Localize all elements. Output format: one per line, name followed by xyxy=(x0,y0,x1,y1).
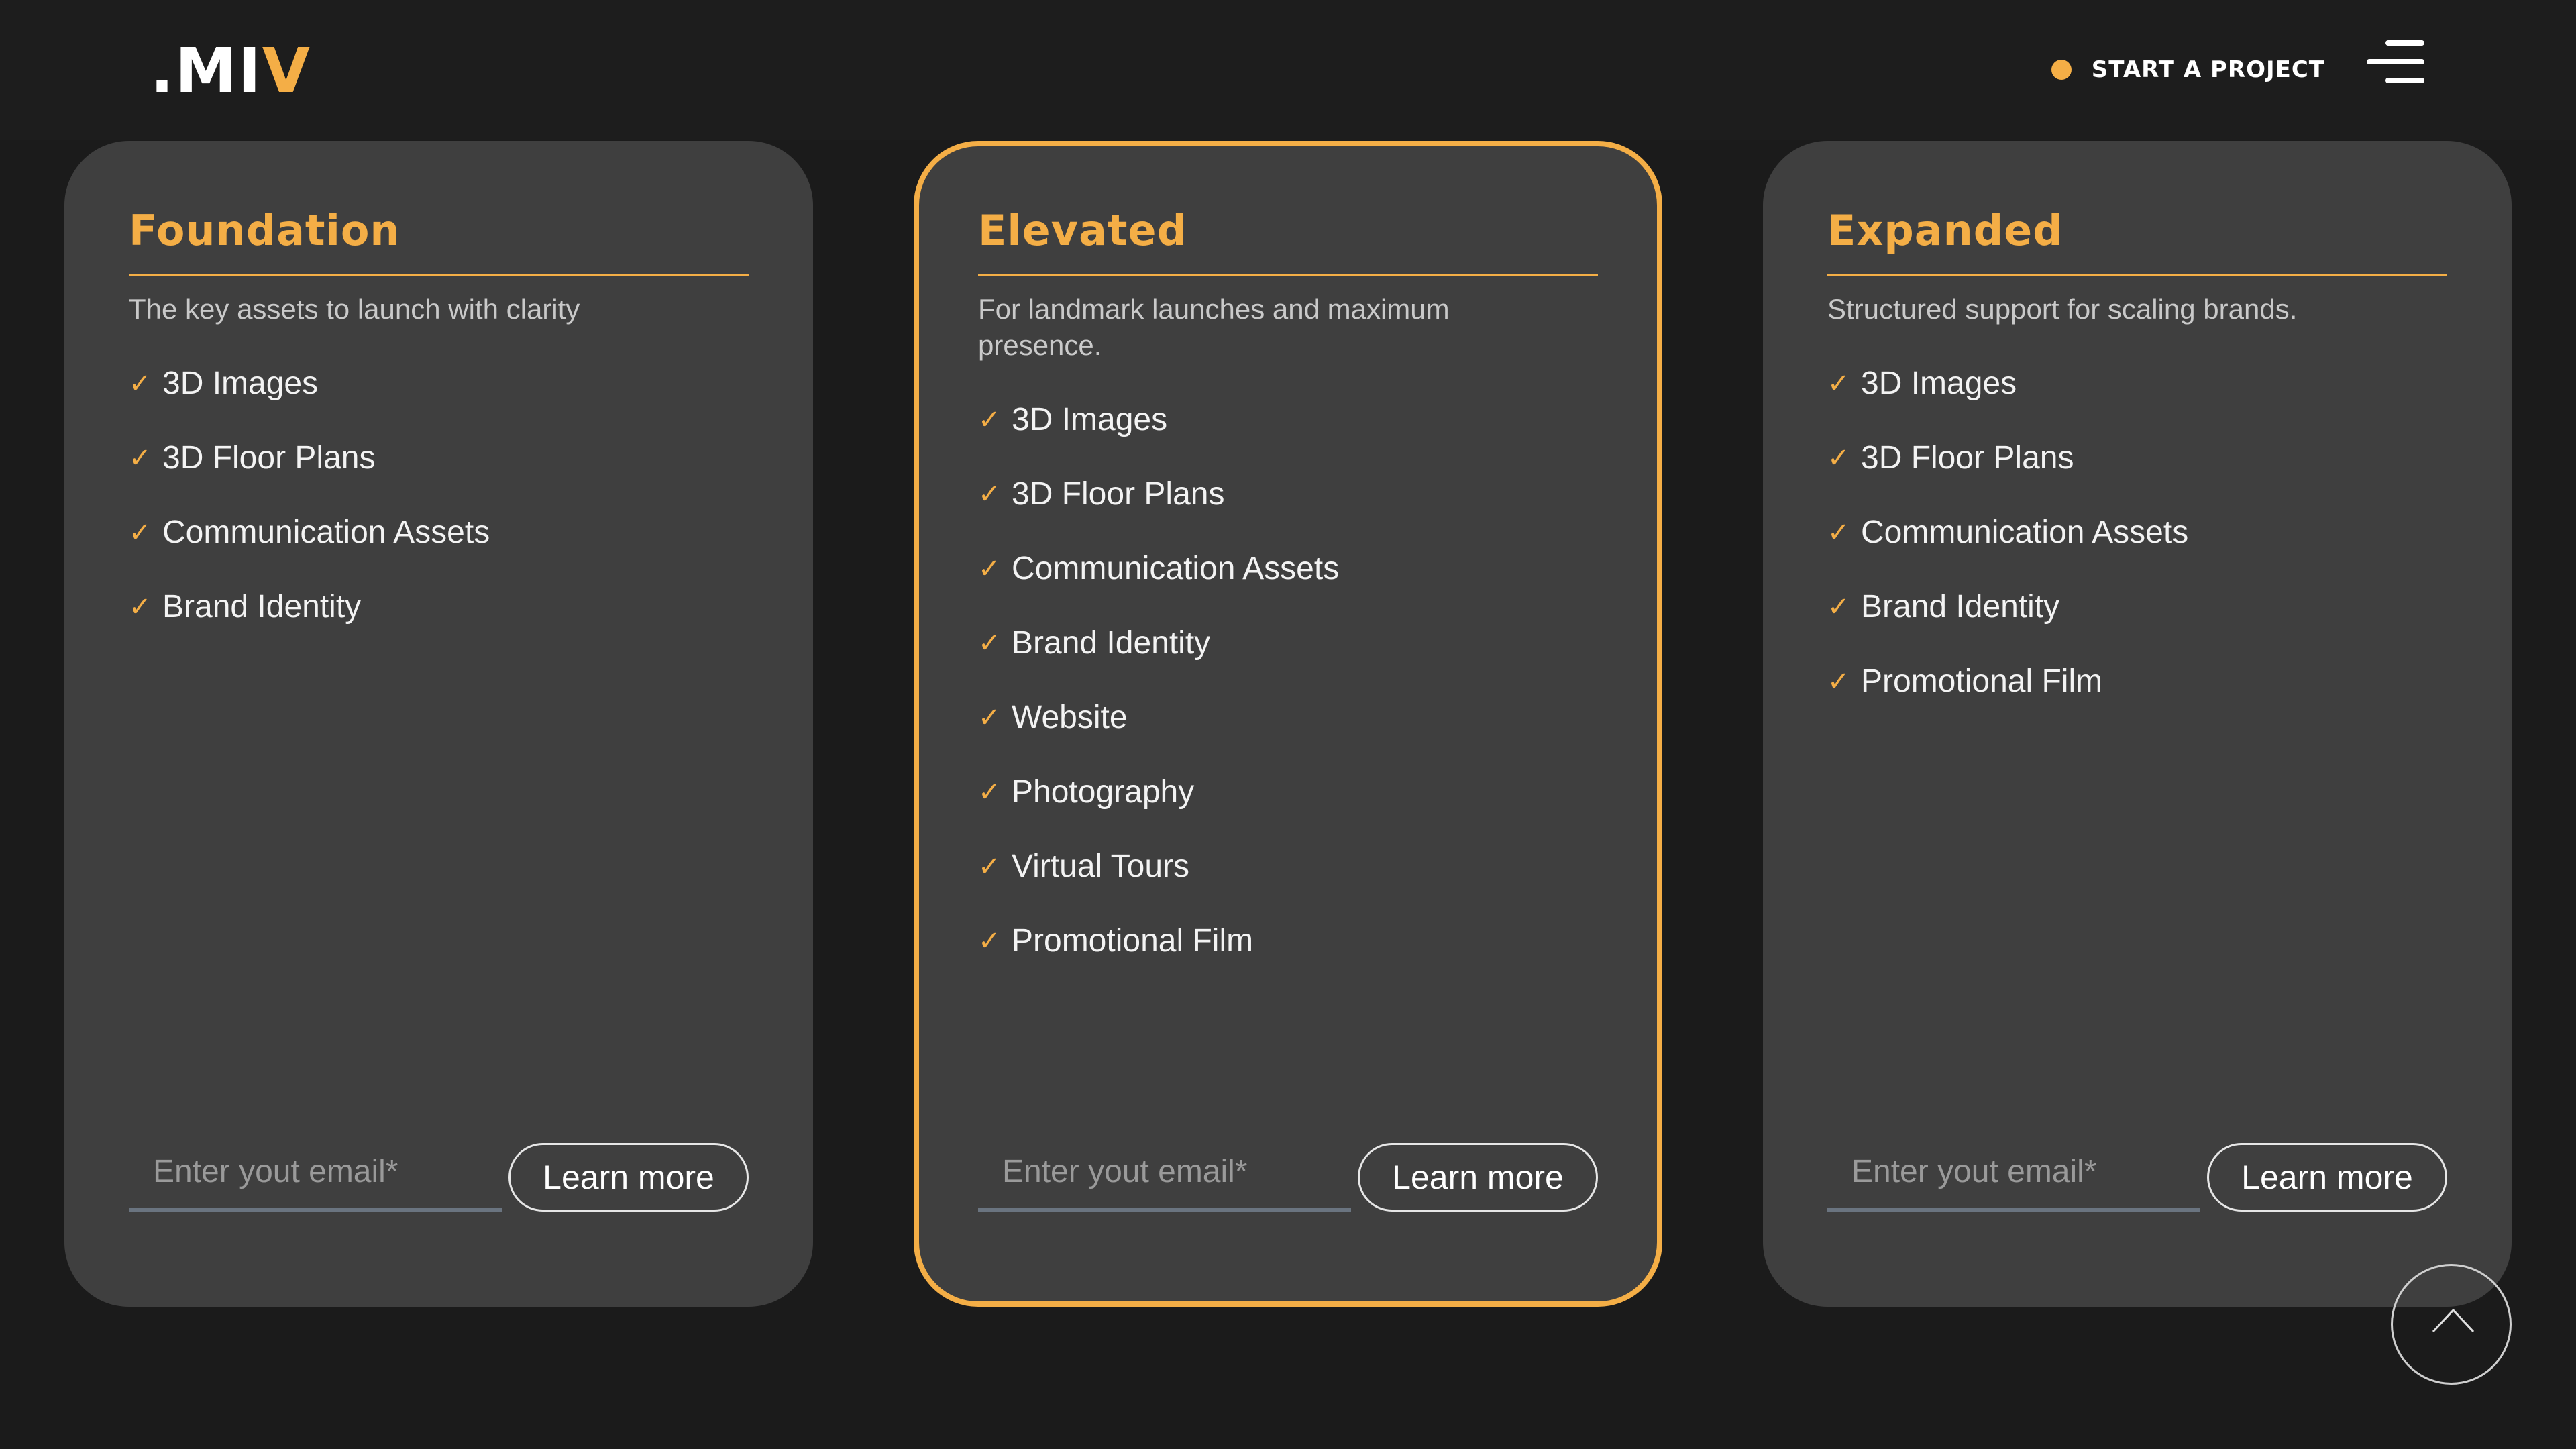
feature-label: Communication Assets xyxy=(1012,551,1340,586)
plan-title: Elevated xyxy=(978,206,1187,255)
check-icon: ✓ xyxy=(978,479,1001,509)
feature-list: ✓ 3D Images ✓ 3D Floor Plans ✓ Communicatio… xyxy=(978,382,1598,978)
plan-card-expanded: Expanded Structured support for scaling … xyxy=(1763,141,2512,1307)
check-icon: ✓ xyxy=(1827,592,1850,622)
signup-form: Learn more xyxy=(129,1135,749,1216)
check-icon: ✓ xyxy=(978,553,1001,584)
check-icon: ✓ xyxy=(1827,666,1850,696)
check-icon: ✓ xyxy=(129,517,152,547)
site-header: .MIV START A PROJECT xyxy=(0,0,2576,140)
check-icon: ✓ xyxy=(978,702,1001,733)
back-to-top-button[interactable] xyxy=(2391,1264,2512,1385)
feature-label: 3D Images xyxy=(1861,366,2017,401)
feature-list: ✓ 3D Images ✓ 3D Floor Plans ✓ Communicatio… xyxy=(1827,346,2447,718)
plan-card-elevated: Elevated For landmark launches and maxim… xyxy=(914,141,1662,1307)
feature-list: ✓ 3D Images ✓ 3D Floor Plans ✓ Communicatio… xyxy=(129,346,749,644)
feature-item: ✓ 3D Images xyxy=(129,346,749,421)
start-project-link[interactable]: START A PROJECT xyxy=(2051,54,2325,86)
plan-card-foundation: Foundation The key assets to launch with… xyxy=(64,141,813,1307)
feature-label: Website xyxy=(1012,700,1128,735)
learn-more-button[interactable]: Learn more xyxy=(2207,1143,2447,1212)
feature-item: ✓ 3D Images xyxy=(1827,346,2447,421)
start-project-label: START A PROJECT xyxy=(2091,56,2325,83)
check-icon: ✓ xyxy=(1827,517,1850,547)
feature-item: ✓ 3D Floor Plans xyxy=(1827,421,2447,495)
feature-item: ✓ Promotional Film xyxy=(978,904,1598,978)
menu-line xyxy=(2385,78,2424,83)
feature-label: Promotional Film xyxy=(1012,923,1254,959)
plan-subtitle: Structured support for scaling brands. xyxy=(1827,293,2298,325)
email-field[interactable] xyxy=(129,1135,502,1212)
learn-more-button[interactable]: Learn more xyxy=(1358,1143,1598,1212)
menu-line xyxy=(2367,59,2424,64)
check-icon: ✓ xyxy=(978,926,1001,956)
check-icon: ✓ xyxy=(978,777,1001,807)
plan-subtitle: The key assets to launch with clarity xyxy=(129,293,580,325)
feature-item: ✓ Brand Identity xyxy=(1827,570,2447,644)
feature-label: 3D Floor Plans xyxy=(162,440,376,476)
feature-label: Brand Identity xyxy=(162,589,362,625)
feature-item: ✓ Website xyxy=(978,680,1598,755)
title-divider xyxy=(1827,274,2447,276)
check-icon: ✓ xyxy=(129,443,152,473)
check-icon: ✓ xyxy=(129,592,152,622)
check-icon: ✓ xyxy=(978,405,1001,435)
feature-item: ✓ 3D Floor Plans xyxy=(129,421,749,495)
email-field[interactable] xyxy=(1827,1135,2200,1212)
feature-label: 3D Images xyxy=(1012,402,1168,437)
title-divider xyxy=(978,274,1598,276)
logo-text: .MI xyxy=(150,35,262,107)
feature-label: Virtual Tours xyxy=(1012,849,1190,884)
feature-item: ✓ Promotional Film xyxy=(1827,644,2447,718)
feature-item: ✓ Brand Identity xyxy=(129,570,749,644)
learn-more-button[interactable]: Learn more xyxy=(508,1143,749,1212)
status-dot-icon xyxy=(2051,60,2072,80)
signup-form: Learn more xyxy=(1827,1135,2447,1216)
feature-label: Photography xyxy=(1012,774,1195,810)
feature-label: Communication Assets xyxy=(1861,515,2189,550)
feature-item: ✓ 3D Floor Plans xyxy=(978,457,1598,531)
feature-item: ✓ Communication Assets xyxy=(1827,495,2447,570)
feature-label: 3D Floor Plans xyxy=(1861,440,2074,476)
feature-item: ✓ Brand Identity xyxy=(978,606,1598,680)
feature-label: Promotional Film xyxy=(1861,663,2103,699)
feature-item: ✓ Communication Assets xyxy=(978,531,1598,606)
title-divider xyxy=(129,274,749,276)
feature-label: Brand Identity xyxy=(1012,625,1211,661)
hamburger-menu-icon[interactable] xyxy=(2364,40,2424,85)
feature-label: 3D Floor Plans xyxy=(1012,476,1225,512)
check-icon: ✓ xyxy=(978,628,1001,658)
check-icon: ✓ xyxy=(129,368,152,398)
feature-item: ✓ Communication Assets xyxy=(129,495,749,570)
chevron-up-icon xyxy=(2432,1308,2475,1333)
feature-item: ✓ Virtual Tours xyxy=(978,829,1598,904)
feature-label: Brand Identity xyxy=(1861,589,2060,625)
signup-form: Learn more xyxy=(978,1135,1598,1216)
feature-label: Communication Assets xyxy=(162,515,490,550)
plan-subtitle: For landmark launches and maximum presen… xyxy=(978,293,1450,361)
feature-item: ✓ Photography xyxy=(978,755,1598,829)
feature-label: 3D Images xyxy=(162,366,319,401)
logo-accent-letter: V xyxy=(262,35,311,107)
plan-title: Foundation xyxy=(129,206,400,255)
plan-title: Expanded xyxy=(1827,206,2063,255)
menu-line xyxy=(2385,40,2424,46)
logo[interactable]: .MIV xyxy=(150,38,311,105)
check-icon: ✓ xyxy=(1827,368,1850,398)
check-icon: ✓ xyxy=(978,851,1001,881)
email-field[interactable] xyxy=(978,1135,1351,1212)
feature-item: ✓ 3D Images xyxy=(978,382,1598,457)
check-icon: ✓ xyxy=(1827,443,1850,473)
